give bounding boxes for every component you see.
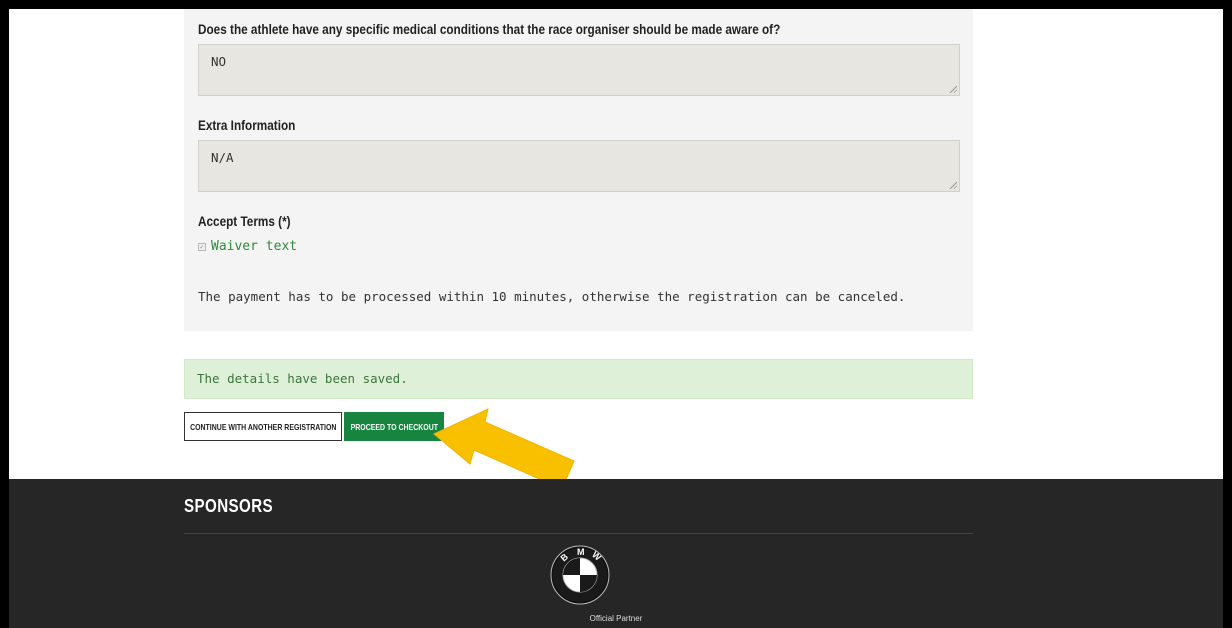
waiver-checkbox[interactable]: ✓ [198, 242, 206, 251]
bmw-logo-icon[interactable]: B M W [550, 545, 610, 605]
sponsors-footer: SPONSORS B M W Official Partner [9, 479, 1223, 628]
continue-registration-label: CONTINUE WITH ANOTHER REGISTRATION [189, 421, 337, 432]
page-frame: Does the athlete have any specific medic… [9, 9, 1223, 628]
accept-terms-label: Accept Terms (*) [198, 213, 291, 229]
extra-information-label: Extra Information [198, 117, 296, 133]
sponsors-heading: SPONSORS [184, 496, 274, 516]
waiver-link[interactable]: Waiver text [211, 239, 297, 254]
waiver-checkbox-row: ✓ Waiver text [198, 239, 297, 254]
resize-grip-icon[interactable] [950, 182, 957, 189]
medical-conditions-field[interactable]: NO [198, 44, 960, 96]
medical-conditions-value: NO [211, 54, 227, 69]
extra-information-value: N/A [211, 150, 234, 165]
payment-notice: The payment has to be processed within 1… [198, 289, 906, 304]
medical-conditions-label: Does the athlete have any specific medic… [198, 21, 781, 37]
continue-registration-button[interactable]: CONTINUE WITH ANOTHER REGISTRATION [184, 412, 342, 441]
proceed-to-checkout-label: PROCEED TO CHECKOUT [350, 421, 438, 432]
extra-information-field[interactable]: N/A [198, 140, 960, 192]
resize-grip-icon[interactable] [950, 86, 957, 93]
svg-text:M: M [577, 547, 585, 557]
success-alert: The details have been saved. [184, 359, 973, 399]
sponsor-caption: Official Partner [589, 614, 643, 623]
footer-divider [184, 533, 973, 534]
registration-form-panel: Does the athlete have any specific medic… [184, 9, 973, 331]
